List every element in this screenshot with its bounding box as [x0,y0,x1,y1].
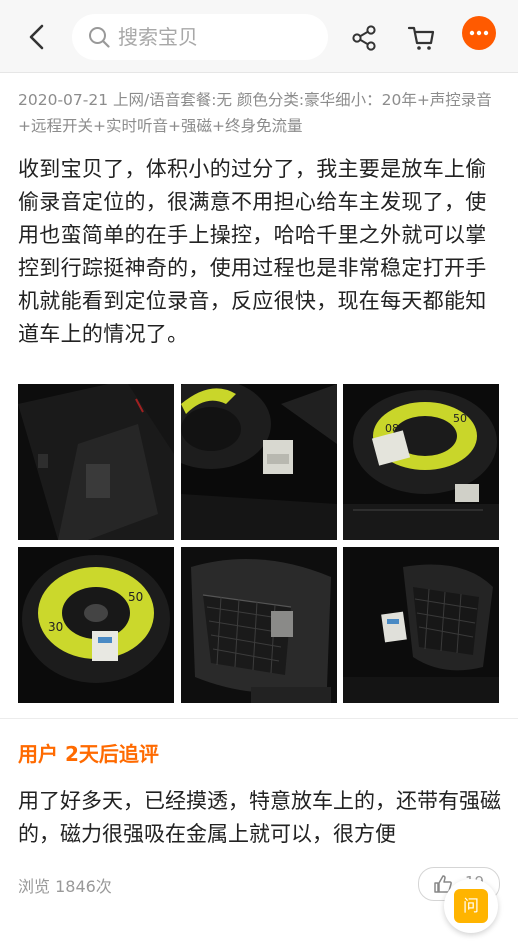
review-photo[interactable] [181,547,337,703]
cart-icon[interactable] [407,23,437,53]
review-meta: 2020-07-21 上网/语音套餐:无 颜色分类:豪华细小：20年+声控录音+… [18,91,492,135]
review-detail: 2020-07-21 上网/语音套餐:无 颜色分类:豪华细小：20年+声控录音+… [0,73,518,943]
section-divider [0,718,518,719]
review-photo[interactable] [18,384,174,540]
svg-text:30: 30 [48,620,63,634]
review-photo[interactable] [181,384,337,540]
more-button[interactable] [462,16,496,50]
back-button[interactable] [22,22,52,52]
search-bar[interactable]: 搜索宝贝 [72,14,328,60]
followup-text: 用了好多天，已经摸透，特意放车上的，还带有强磁的，磁力很强吸在金属上就可以，很方… [18,789,501,846]
chevron-left-icon [29,24,44,50]
followup-title: 用户 2天后追评 [18,742,159,766]
search-icon [89,27,110,48]
more-dots-icon [469,30,489,36]
svg-text:50: 50 [128,590,143,604]
review-photo[interactable]: 50 30 [18,547,174,703]
review-photo[interactable]: 08 50 [343,384,499,540]
svg-text:50: 50 [453,412,467,425]
ask-label: 问 [454,889,488,923]
review-text: 收到宝贝了，体积小的过分了，我主要是放车上偷偷录音定位的，很满意不用担心给车主发… [18,157,487,346]
review-photo[interactable] [343,547,499,703]
view-count: 浏览 1846次 [18,877,112,896]
search-placeholder: 搜索宝贝 [118,25,198,49]
review-photo-grid: 08 50 50 30 [18,384,500,704]
ask-float-button[interactable]: 问 [444,879,498,933]
share-icon[interactable] [350,24,378,52]
top-navigation-bar: 搜索宝贝 [0,0,518,73]
